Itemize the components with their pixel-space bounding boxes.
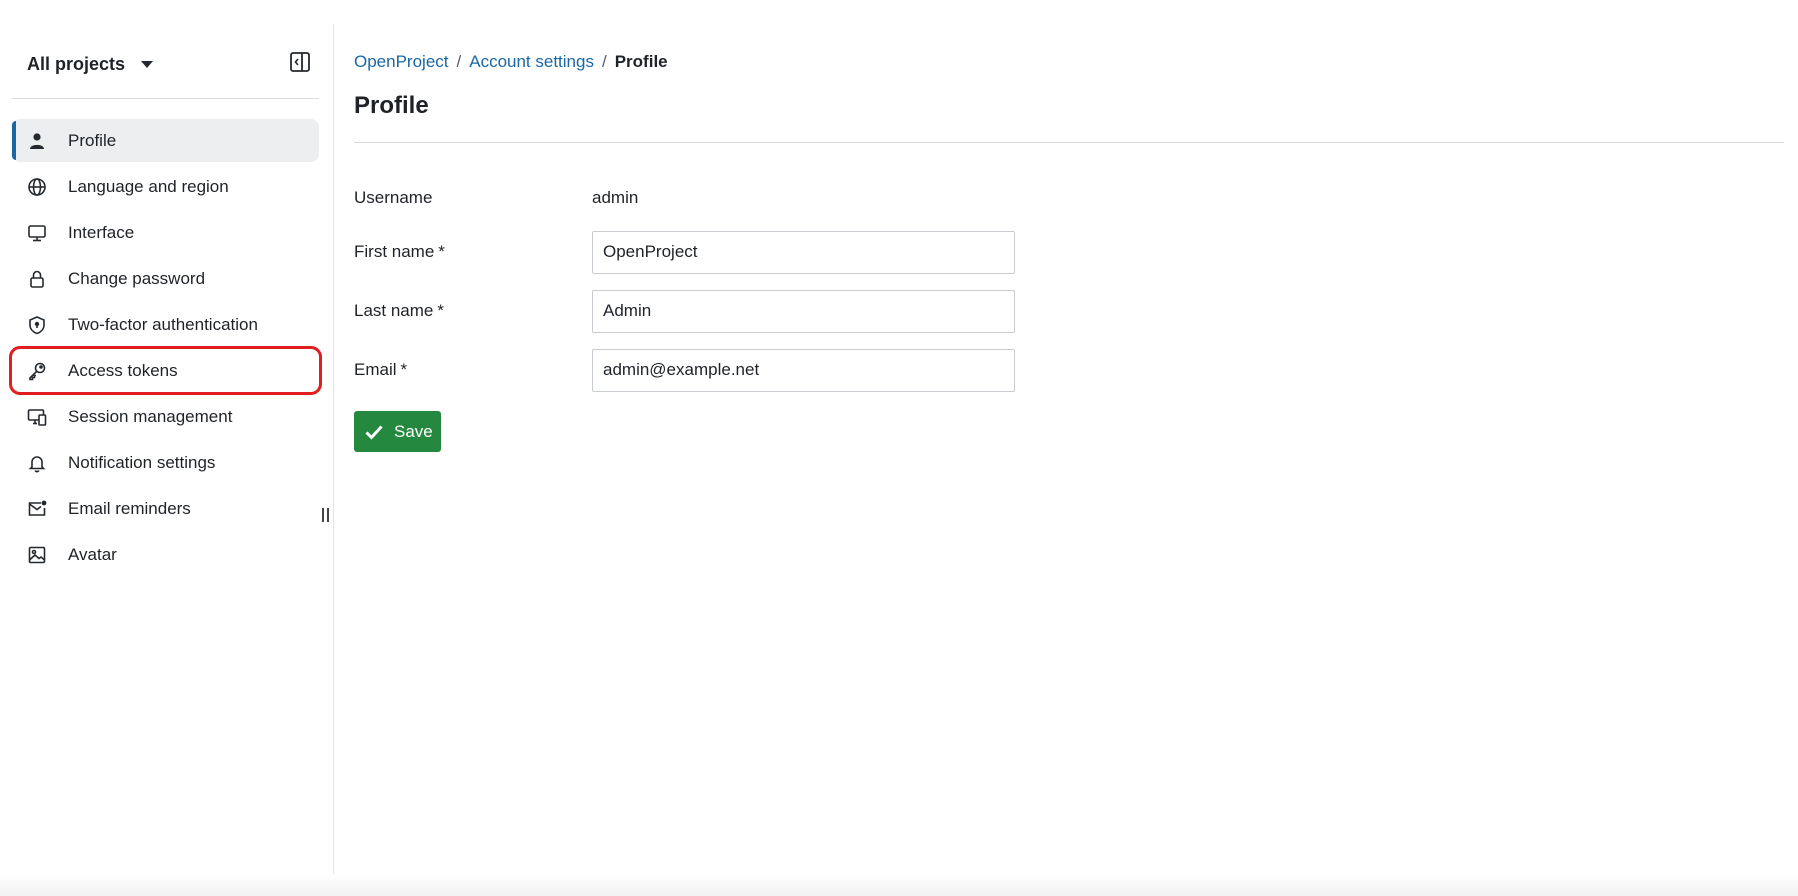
sidebar-header: All projects	[12, 24, 319, 99]
project-selector[interactable]: All projects	[27, 49, 154, 79]
required-marker: *	[400, 360, 408, 379]
sidebar-resize-handle[interactable]	[320, 508, 330, 526]
image-icon	[26, 544, 48, 566]
breadcrumb-current: Profile	[614, 52, 668, 71]
globe-icon	[26, 176, 48, 198]
project-selector-label: All projects	[27, 53, 126, 74]
person-icon	[26, 130, 48, 152]
lock-icon	[26, 268, 48, 290]
first-name-label-text: First name	[354, 242, 435, 261]
last-name-label-text: Last name	[354, 301, 434, 320]
sidebar-item-label: Language and region	[68, 176, 229, 196]
breadcrumb-openproject-link[interactable]: OpenProject	[354, 52, 449, 72]
sidebar-item-avatar[interactable]: Avatar	[12, 533, 319, 576]
last-name-field[interactable]	[592, 289, 1015, 333]
save-button-label: Save	[394, 421, 433, 441]
sidebar-item-two-factor-authentication[interactable]: Two-factor authentication	[12, 303, 319, 346]
bell-icon	[26, 452, 48, 474]
first-name-field[interactable]	[592, 230, 1015, 274]
sidebar-item-profile[interactable]: Profile	[12, 119, 319, 162]
sidebar-item-notification-settings[interactable]: Notification settings	[12, 441, 319, 484]
account-settings-menu: Profile Language and region Interface Ch…	[9, 119, 322, 579]
page-title: Profile	[354, 92, 429, 119]
breadcrumb-separator: /	[601, 52, 607, 71]
username-row: Username admin	[354, 176, 1054, 220]
email-label-text: Email	[354, 360, 397, 379]
sidebar-item-label: Profile	[68, 130, 117, 150]
username-value: admin	[592, 188, 639, 207]
required-marker: *	[437, 301, 445, 320]
breadcrumb-account-settings-link[interactable]: Account settings	[469, 52, 594, 72]
required-marker: *	[438, 242, 445, 261]
last-name-label: Last name *	[354, 301, 592, 321]
last-name-row: Last name *	[354, 289, 1054, 333]
sidebar-item-interface[interactable]: Interface	[12, 211, 319, 254]
sidebar-item-email-reminders[interactable]: Email reminders	[12, 487, 319, 530]
email-label: Email *	[354, 360, 592, 380]
username-label: Username	[354, 188, 433, 207]
checkmark-icon	[365, 424, 383, 440]
breadcrumb-separator: /	[456, 52, 462, 71]
sidebar-item-language-and-region[interactable]: Language and region	[12, 165, 319, 208]
monitor-icon	[26, 222, 48, 244]
breadcrumb: OpenProject / Account settings / Profile	[354, 50, 668, 74]
email-row: Email *	[354, 348, 1054, 392]
sidebar-item-label: Notification settings	[68, 452, 216, 472]
window-bottom-edge	[0, 874, 1798, 896]
sidebar-item-label: Interface	[68, 222, 135, 242]
chevron-down-icon	[141, 60, 154, 68]
devices-icon	[26, 406, 48, 428]
sidebar-item-label: Two-factor authentication	[68, 314, 258, 334]
save-button[interactable]: Save	[354, 411, 441, 452]
first-name-label: First name *	[354, 242, 592, 262]
sidebar-item-label: Change password	[68, 268, 206, 288]
collapse-sidebar-icon[interactable]	[289, 51, 311, 73]
first-name-row: First name *	[354, 230, 1054, 274]
sidebar: All projects Profile Language and region…	[0, 24, 334, 896]
shield-icon	[26, 314, 48, 336]
sidebar-item-session-management[interactable]: Session management	[12, 395, 319, 438]
sidebar-item-label: Email reminders	[68, 498, 191, 518]
mail-icon	[26, 498, 48, 520]
sidebar-item-change-password[interactable]: Change password	[12, 257, 319, 300]
title-divider	[354, 142, 1784, 143]
key-icon	[26, 360, 48, 382]
sidebar-item-access-tokens[interactable]: Access tokens	[9, 346, 322, 395]
sidebar-item-label: Session management	[68, 406, 233, 426]
sidebar-item-label: Avatar	[68, 544, 117, 564]
email-field[interactable]	[592, 348, 1015, 392]
app-window: All projects Profile Language and region…	[0, 0, 1798, 896]
sidebar-item-label: Access tokens	[68, 360, 178, 380]
